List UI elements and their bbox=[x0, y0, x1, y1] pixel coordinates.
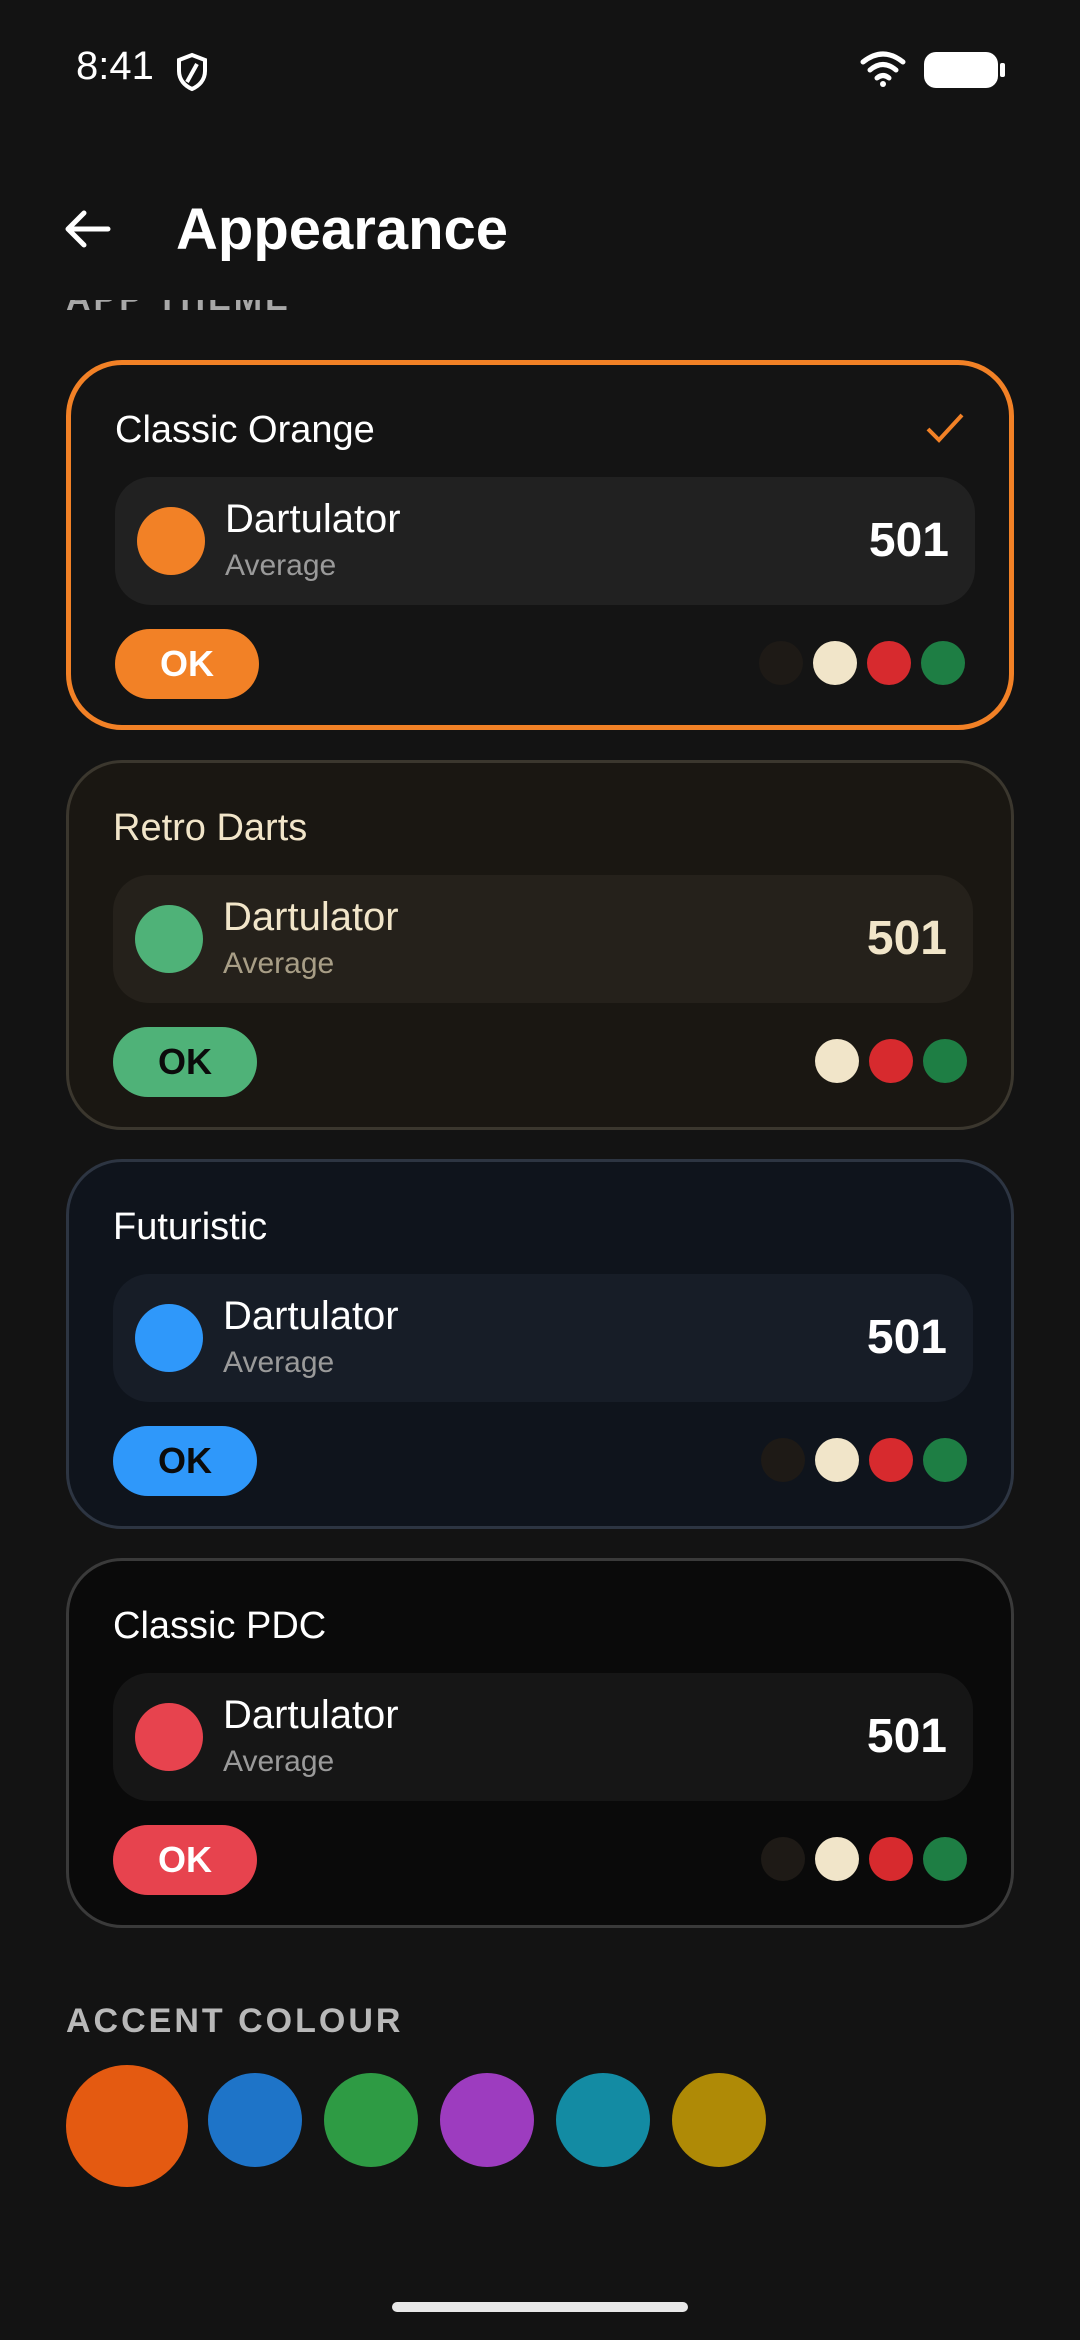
accent-colour-section-label: ACCENT COLOUR bbox=[66, 2002, 404, 2040]
page-title: Appearance bbox=[176, 197, 509, 262]
ok-button-preview: OK bbox=[113, 1027, 257, 1097]
theme-card-futuristic[interactable]: Futuristic Dartulator Average 501 OK bbox=[66, 1159, 1014, 1529]
color-swatches bbox=[761, 1837, 967, 1883]
home-indicator[interactable] bbox=[392, 2302, 688, 2312]
shield-icon bbox=[175, 52, 209, 97]
battery-icon bbox=[924, 52, 1005, 88]
score-value: 501 bbox=[866, 912, 947, 965]
app-theme-section-label: APP THEME bbox=[66, 300, 291, 319]
theme-preview: Dartulator Average 501 bbox=[113, 875, 973, 1003]
swatch-dark bbox=[761, 1438, 805, 1482]
swatch-green bbox=[923, 1039, 967, 1083]
ok-button-preview: OK bbox=[113, 1426, 257, 1496]
theme-name: Classic PDC bbox=[113, 1605, 327, 1647]
theme-preview: Dartulator Average 501 bbox=[113, 1274, 973, 1402]
status-bar: 8:41 bbox=[0, 0, 1080, 140]
back-arrow-icon[interactable] bbox=[62, 204, 112, 259]
stat-label: Average bbox=[223, 1346, 335, 1379]
ok-button-preview: OK bbox=[113, 1825, 257, 1895]
settings-scroll-area[interactable]: APP THEME Classic Orange Dartulator Aver… bbox=[0, 300, 1080, 2280]
swatch-red bbox=[869, 1837, 913, 1881]
stat-label: Average bbox=[223, 1745, 335, 1778]
player-name: Dartulator bbox=[225, 497, 401, 541]
player-avatar-dot bbox=[137, 507, 205, 575]
swatch-dark bbox=[759, 641, 803, 685]
player-avatar-dot bbox=[135, 1703, 203, 1771]
stat-label: Average bbox=[223, 947, 335, 980]
accent-colour-picker bbox=[66, 2065, 1026, 2195]
theme-name: Futuristic bbox=[113, 1206, 268, 1248]
swatch-cream bbox=[815, 1837, 859, 1881]
app-bar: Appearance bbox=[0, 170, 1080, 290]
ok-button-preview: OK bbox=[115, 629, 259, 699]
swatch-green bbox=[921, 641, 965, 685]
wifi-icon bbox=[860, 50, 906, 93]
checkmark-icon bbox=[925, 411, 965, 450]
score-value: 501 bbox=[866, 1710, 947, 1763]
swatch-red bbox=[867, 641, 911, 685]
player-name: Dartulator bbox=[223, 1294, 399, 1338]
theme-card-retro-darts[interactable]: Retro Darts Dartulator Average 501 OK bbox=[66, 760, 1014, 1130]
player-name: Dartulator bbox=[223, 895, 399, 939]
score-value: 501 bbox=[868, 514, 949, 567]
accent-swatch-gold[interactable] bbox=[672, 2073, 766, 2167]
swatch-cream bbox=[813, 641, 857, 685]
theme-name: Classic Orange bbox=[115, 409, 375, 451]
accent-swatch-blue[interactable] bbox=[208, 2073, 302, 2167]
swatch-green bbox=[923, 1837, 967, 1881]
accent-swatch-green[interactable] bbox=[324, 2073, 418, 2167]
color-swatches bbox=[759, 641, 965, 687]
color-swatches bbox=[815, 1039, 967, 1085]
swatch-red bbox=[869, 1438, 913, 1482]
swatch-dark bbox=[761, 1837, 805, 1881]
theme-name: Retro Darts bbox=[113, 807, 308, 849]
accent-swatch-orange[interactable] bbox=[66, 2065, 188, 2187]
stat-label: Average bbox=[225, 549, 337, 582]
player-name: Dartulator bbox=[223, 1693, 399, 1737]
theme-preview: Dartulator Average 501 bbox=[113, 1673, 973, 1801]
swatch-cream bbox=[815, 1039, 859, 1083]
color-swatches bbox=[761, 1438, 967, 1484]
swatch-cream bbox=[815, 1438, 859, 1482]
theme-card-classic-pdc[interactable]: Classic PDC Dartulator Average 501 OK bbox=[66, 1558, 1014, 1928]
status-time: 8:41 bbox=[76, 44, 154, 88]
theme-card-classic-orange[interactable]: Classic Orange Dartulator Average 501 OK bbox=[66, 360, 1014, 730]
swatch-red bbox=[869, 1039, 913, 1083]
player-avatar-dot bbox=[135, 1304, 203, 1372]
player-avatar-dot bbox=[135, 905, 203, 973]
accent-swatch-teal[interactable] bbox=[556, 2073, 650, 2167]
theme-preview: Dartulator Average 501 bbox=[115, 477, 975, 605]
score-value: 501 bbox=[866, 1311, 947, 1364]
swatch-green bbox=[923, 1438, 967, 1482]
accent-swatch-purple[interactable] bbox=[440, 2073, 534, 2167]
